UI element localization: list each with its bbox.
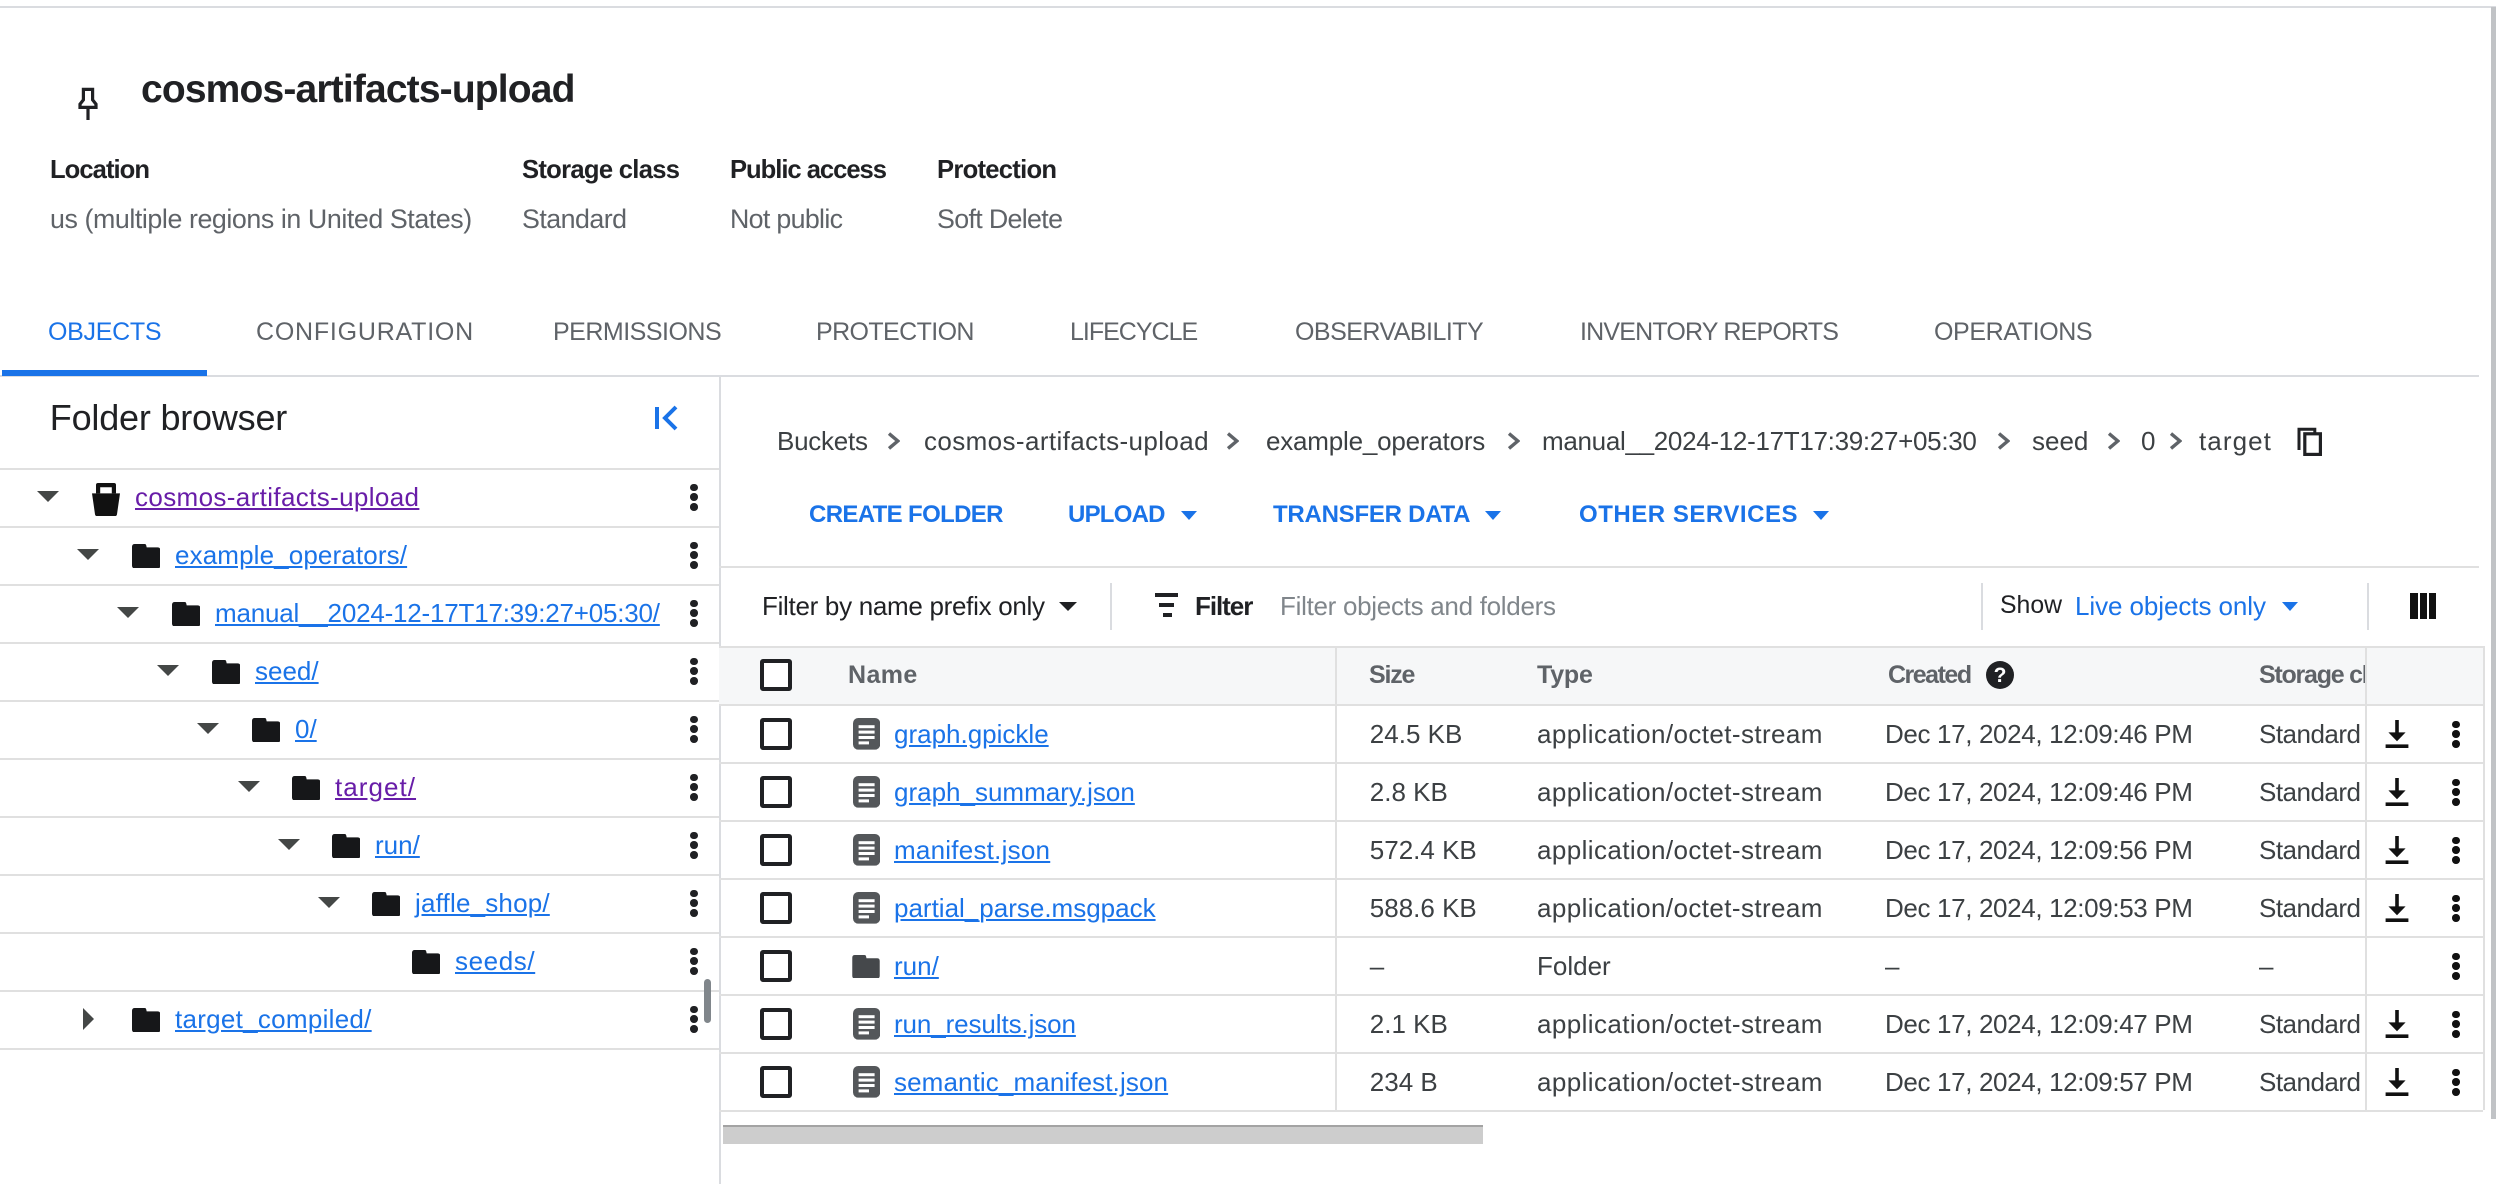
svg-text:?: ? [1994,664,2007,687]
